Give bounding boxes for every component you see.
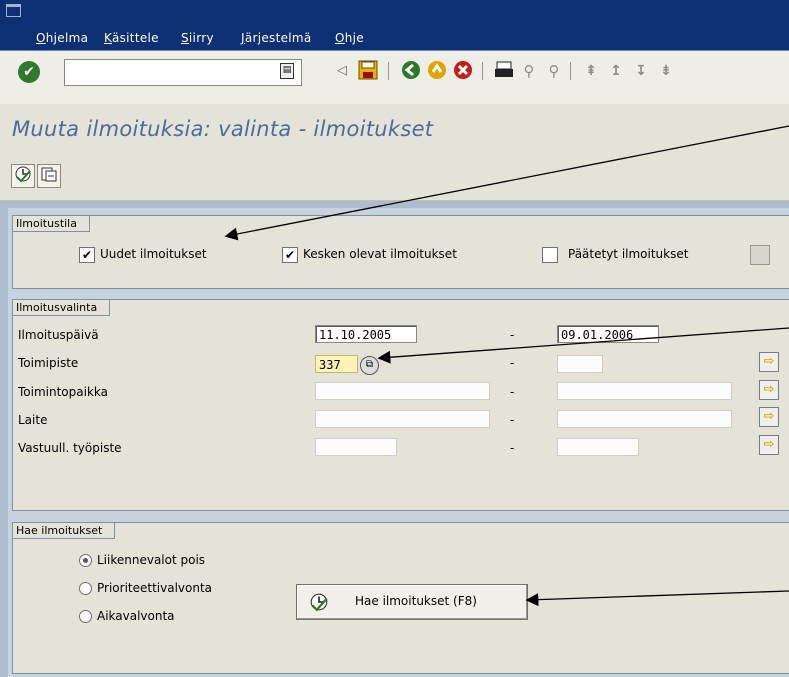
range-separator: - [510, 385, 515, 399]
toolbar-separator [482, 62, 483, 80]
ilmoituspaiva-from-input[interactable]: 11.10.2005 [315, 325, 417, 343]
radio-prioriteettivalvonta[interactable] [79, 582, 92, 595]
multiple-selection-arrow-icon[interactable]: ⇨ [759, 435, 779, 455]
back-icon[interactable] [400, 60, 422, 82]
first-page-icon[interactable]: ⇞ [580, 60, 602, 82]
print-icon[interactable] [493, 60, 515, 82]
range-separator: - [510, 328, 515, 342]
next-page-icon[interactable]: ↧ [630, 60, 652, 82]
execute-clock-icon[interactable] [11, 164, 35, 188]
radio-liikennevalot-pois[interactable] [79, 554, 92, 567]
menu-kasittele[interactable]: Käsittele [104, 31, 159, 45]
menu-ohje[interactable]: Ohje [335, 31, 364, 45]
checkbox-uudet[interactable]: ✔ [79, 247, 95, 263]
hae-ilmoitukset-button-label: Hae ilmoitukset (F8) [355, 594, 477, 608]
find-next-icon[interactable]: ⚲ [543, 60, 565, 82]
toimintopaikka-to-input[interactable] [557, 382, 732, 400]
label-toimipiste: Toimipiste [18, 356, 79, 370]
disabled-checkbox [750, 245, 770, 265]
radio-label-aikavalvonta: Aikavalvonta [97, 609, 175, 623]
back-triangle-icon[interactable]: ◁ [331, 60, 353, 82]
vastuull-tyopiste-to-input[interactable] [557, 438, 639, 456]
search-help-icon[interactable]: ⧉ [360, 356, 379, 375]
radio-label-prioriteettivalvonta: Prioriteettivalvonta [97, 581, 213, 595]
window-icon[interactable] [6, 4, 21, 17]
label-laite: Laite [18, 413, 48, 427]
toimipiste-from-input[interactable]: 337 [315, 355, 358, 373]
radio-label-liikennevalot-pois: Liikennevalot pois [97, 553, 206, 567]
menu-ohjelma[interactable]: Ohjelma [36, 31, 88, 45]
toimintopaikka-from-input[interactable] [315, 382, 490, 400]
label-ilmoituspaiva: Ilmoituspäivä [18, 328, 99, 342]
checkbox-paatetyt[interactable] [542, 247, 558, 263]
ilmoituspaiva-to-input[interactable]: 09.01.2006 [557, 325, 659, 343]
find-icon[interactable]: ⚲ [518, 60, 540, 82]
page-title: Muuta ilmoituksia: valinta - ilmoitukset [12, 117, 434, 141]
laite-to-input[interactable] [557, 410, 732, 428]
laite-from-input[interactable] [315, 410, 490, 428]
multiple-selection-arrow-icon[interactable]: ⇨ [759, 380, 779, 400]
cancel-icon[interactable] [452, 60, 474, 82]
application-toolbar [0, 152, 789, 201]
group-title-hae-ilmoitukset: Hae ilmoitukset [13, 523, 116, 539]
toimipiste-to-input[interactable] [557, 355, 603, 373]
group-title-ilmoitusvalinta: Ilmoitusvalinta [13, 300, 111, 316]
get-variant-icon[interactable] [37, 164, 61, 188]
multiple-selection-arrow-icon[interactable]: ⇨ [759, 407, 779, 427]
group-title-ilmoitustila: Ilmoitustila [13, 216, 90, 232]
menu-siirry[interactable]: Siirry [181, 31, 214, 45]
multiple-selection-arrow-icon[interactable]: ⇨ [759, 352, 779, 372]
exit-icon[interactable] [426, 60, 448, 82]
label-vastuull-tyopiste: Vastuull. työpiste [18, 441, 122, 455]
checkbox-label-uudet: Uudet ilmoitukset [100, 247, 207, 261]
label-toimintopaikka: Toimintopaikka [18, 385, 108, 399]
last-page-icon[interactable]: ⇟ [655, 60, 677, 82]
hae-ilmoitukset-button[interactable]: Hae ilmoitukset (F8) [296, 584, 528, 620]
checkbox-label-paatetyt: Päätetyt ilmoitukset [568, 247, 689, 261]
vastuull-tyopiste-from-input[interactable] [315, 438, 397, 456]
previous-page-icon[interactable]: ↥ [605, 60, 627, 82]
toolbar-separator [570, 62, 571, 80]
checkbox-kesken[interactable]: ✔ [282, 247, 298, 263]
menu-jarjestelma[interactable]: Järjestelmä [241, 31, 312, 45]
execute-clock-icon [309, 592, 329, 615]
command-history-icon[interactable]: ▤ [280, 63, 294, 79]
enter-check-icon[interactable]: ✔ [18, 61, 40, 83]
range-separator: - [510, 356, 515, 370]
radio-aikavalvonta[interactable] [79, 610, 92, 623]
command-field[interactable] [64, 59, 302, 86]
checkbox-label-kesken: Kesken olevat ilmoitukset [303, 247, 457, 261]
range-separator: - [510, 441, 515, 455]
range-separator: - [510, 413, 515, 427]
save-icon[interactable] [357, 60, 379, 82]
toolbar-separator [388, 62, 389, 80]
